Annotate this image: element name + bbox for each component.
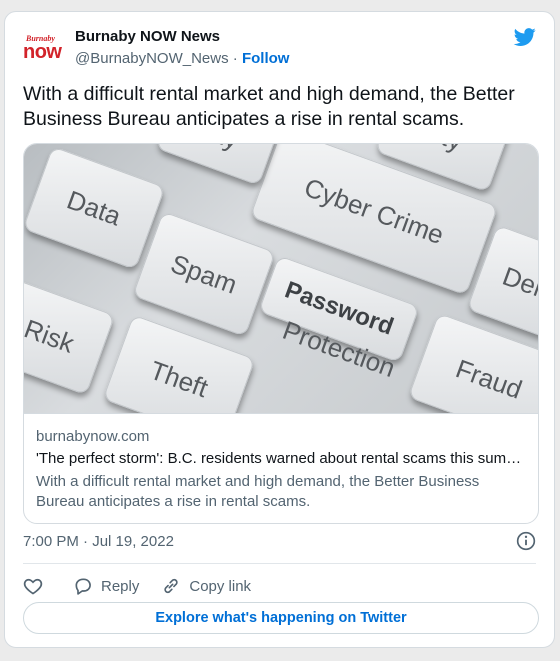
avatar[interactable]: Burnaby now [23, 26, 67, 70]
divider [23, 563, 536, 564]
reply-label: Reply [101, 577, 140, 595]
reply-icon [75, 578, 91, 595]
handle-row: @BurnabyNOW_News · Follow [75, 50, 289, 67]
separator: · [232, 50, 238, 67]
follow-button[interactable]: Follow [242, 50, 290, 67]
link-icon [164, 578, 178, 594]
heart-icon [23, 578, 43, 595]
link-title: 'The perfect storm': B.C. residents warn… [36, 450, 522, 467]
copy-link-button[interactable]: Copy link [161, 576, 251, 596]
link-meta: burnabynow.com 'The perfect storm': B.C.… [24, 413, 538, 523]
key-data: Data [24, 146, 166, 270]
tweet-embed-card: Burnaby now Burnaby NOW News @BurnabyNOW… [4, 11, 555, 648]
tweet-text: With a difficult rental market and high … [23, 83, 515, 130]
account-name[interactable]: Burnaby NOW News [75, 28, 220, 45]
link-description: With a difficult rental market and high … [36, 473, 480, 510]
twitter-bird-icon[interactable] [512, 26, 538, 48]
tweet-header: Burnaby now Burnaby NOW News @BurnabyNOW… [23, 26, 538, 70]
like-button[interactable] [23, 576, 51, 596]
link-domain: burnabynow.com [36, 428, 150, 445]
logo-big-text: now [23, 41, 62, 63]
info-icon[interactable] [516, 531, 536, 551]
reply-button[interactable]: Reply [73, 576, 139, 596]
key-risk: Risk [24, 277, 116, 396]
tweet-actions: Reply Copy link [23, 572, 273, 600]
account-handle[interactable]: @BurnabyNOW_News [75, 50, 229, 67]
copy-link-label: Copy link [189, 577, 252, 595]
explore-twitter-button[interactable]: Explore what's happening on Twitter [23, 602, 539, 634]
keyboard-image: Data Spam Cyber Crime Password Protectio… [24, 144, 538, 413]
key-spam: Spam [132, 211, 276, 337]
link-preview-card[interactable]: Data Spam Cyber Crime Password Protectio… [23, 143, 539, 524]
tweet-timestamp[interactable]: 7:00 PM · Jul 19, 2022 [23, 533, 174, 550]
